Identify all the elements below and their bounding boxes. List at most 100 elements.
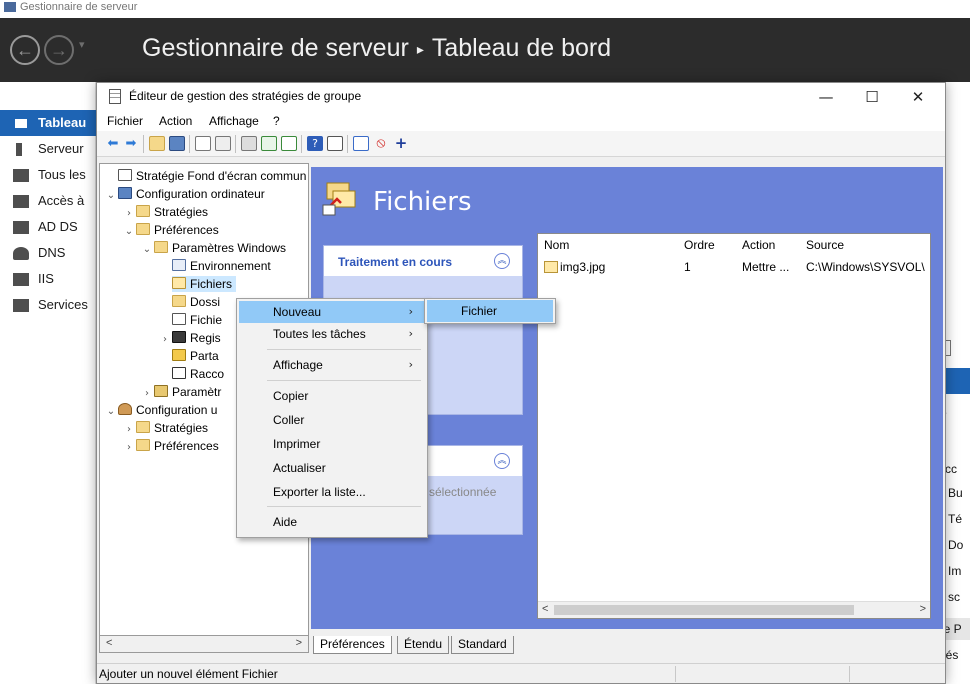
tree-item-user-config[interactable]: ⌄ Configuration u <box>104 402 217 418</box>
help-icon[interactable]: ? <box>307 136 323 151</box>
submenu-arrow-icon: › <box>408 358 413 371</box>
tree-item-user-preferences[interactable]: › Préférences <box>122 438 219 454</box>
tree-item-control-panel-settings[interactable]: › Paramètr <box>140 384 221 400</box>
scroll-thumb[interactable] <box>554 605 854 615</box>
forward-arrow-icon[interactable]: → <box>44 35 74 65</box>
dns-icon <box>13 247 29 260</box>
column-header-order[interactable]: Ordre <box>684 238 715 252</box>
sidebar-item-tableau[interactable]: Tableau <box>0 110 96 136</box>
server-manager-titlebar: Gestionnaire de serveur <box>0 0 970 18</box>
menu-fichier[interactable]: Fichier <box>107 114 143 128</box>
collapse-chevron-icon[interactable]: ⌄ <box>140 242 154 258</box>
cell-order: 1 <box>684 260 691 274</box>
scroll-right-icon[interactable]: > <box>296 637 302 649</box>
column-header-source[interactable]: Source <box>806 238 844 252</box>
tree-item-files[interactable]: Fichiers <box>172 276 237 292</box>
menu-item-coller[interactable]: Coller <box>239 409 425 431</box>
menu-affichage[interactable]: Affichage <box>209 114 259 128</box>
list-horizontal-scrollbar[interactable]: < > <box>538 601 930 618</box>
tree-item-computer-preferences[interactable]: ⌄ Préférences <box>122 222 219 238</box>
back-arrow-icon[interactable]: ← <box>10 35 40 65</box>
tab-extended[interactable]: Étendu <box>397 636 450 654</box>
column-header-action[interactable]: Action <box>742 238 775 252</box>
collapse-chevron-icon[interactable]: ⌄ <box>104 404 118 420</box>
tree-item-windows-settings[interactable]: ⌄ Paramètres Windows <box>140 240 286 256</box>
refresh-icon[interactable] <box>261 136 277 151</box>
paste-icon[interactable] <box>215 136 231 151</box>
environment-icon <box>172 259 186 271</box>
expand-chevron-icon[interactable]: › <box>140 386 154 402</box>
expand-chevron-icon[interactable]: › <box>122 440 136 456</box>
collapse-panel-icon[interactable]: ︽ <box>494 453 510 469</box>
sidebar-item-dns[interactable]: DNS <box>0 240 96 266</box>
tree-item-ini-files[interactable]: Fichie <box>172 312 222 328</box>
menu-item-imprimer[interactable]: Imprimer <box>239 433 425 455</box>
policy-document-icon <box>118 169 132 181</box>
maximize-button[interactable]: ☐ <box>849 83 895 111</box>
sidebar-item-tous-les[interactable]: Tous les <box>0 162 96 188</box>
tree-item-shortcuts[interactable]: Racco <box>172 366 224 382</box>
menu-action[interactable]: Action <box>159 114 192 128</box>
processing-panel-title: Traitement en cours <box>338 255 453 269</box>
show-action-pane-icon[interactable] <box>327 136 343 151</box>
collapse-chevron-icon[interactable]: ⌄ <box>104 188 118 204</box>
show-hide-tree-icon[interactable] <box>169 136 185 151</box>
tree-item-network-shares[interactable]: Parta <box>172 348 219 364</box>
sidebar-item-services[interactable]: Services <box>0 292 96 318</box>
tree-item-environment[interactable]: Environnement <box>172 258 271 274</box>
expand-chevron-icon[interactable]: › <box>122 422 136 438</box>
submenu-item-fichier[interactable]: Fichier <box>427 300 553 322</box>
folder-icon <box>136 421 150 433</box>
collapse-panel-icon[interactable]: ︽ <box>494 253 510 269</box>
computer-icon <box>118 187 132 199</box>
menu-item-nouveau[interactable]: Nouveau › <box>239 301 425 323</box>
expand-chevron-icon[interactable]: › <box>122 206 136 222</box>
tree-item-computer-config[interactable]: ⌄ Configuration ordinateur <box>104 186 265 202</box>
column-header-name[interactable]: Nom <box>544 238 569 252</box>
gpo-titlebar[interactable]: Éditeur de gestion des stratégies de gro… <box>97 83 945 111</box>
properties-icon[interactable] <box>353 136 369 151</box>
dashboard-icon <box>13 117 29 130</box>
copy-icon[interactable] <box>195 136 211 151</box>
tree-item-folders[interactable]: Dossi <box>172 294 220 310</box>
minimize-button[interactable]: — <box>803 83 849 111</box>
history-dropdown-icon[interactable]: ▾ <box>79 38 85 51</box>
tree-item-computer-policies[interactable]: › Stratégies <box>122 204 208 220</box>
tree-item-registry[interactable]: › Regis <box>158 330 221 346</box>
sidebar-item-ad-ds[interactable]: AD DS <box>0 214 96 240</box>
forward-icon[interactable]: ➡ <box>123 136 139 151</box>
menu-item-copier[interactable]: Copier <box>239 385 425 407</box>
processing-panel-header[interactable]: Traitement en cours ︽ <box>324 246 522 276</box>
scroll-left-icon[interactable]: < <box>542 603 548 615</box>
tree-item-policy[interactable]: Stratégie Fond d'écran commun <box>104 168 306 184</box>
scroll-right-icon[interactable]: > <box>920 603 926 615</box>
disable-icon[interactable]: ⦸ <box>373 136 389 151</box>
scroll-left-icon[interactable]: < <box>106 637 112 649</box>
server-manager-header: ← → ▾ Gestionnaire de serveur ▸ Tableau de… <box>0 18 970 82</box>
sidebar-item-iis[interactable]: IIS <box>0 266 96 292</box>
sidebar-item-acces[interactable]: Accès à <box>0 188 96 214</box>
tab-standard[interactable]: Standard <box>451 636 514 654</box>
up-folder-icon[interactable] <box>149 136 165 151</box>
expand-chevron-icon[interactable]: › <box>158 332 172 348</box>
folders-icon <box>172 295 186 307</box>
close-button[interactable]: ✕ <box>895 83 941 111</box>
sidebar-item-serveur[interactable]: Serveur <box>0 136 96 162</box>
export-list-icon[interactable] <box>281 136 297 151</box>
menu-item-aide[interactable]: Aide <box>239 511 425 533</box>
tree-horizontal-scrollbar[interactable]: < > <box>99 636 309 653</box>
tree-item-user-policies[interactable]: › Stratégies <box>122 420 208 436</box>
menu-item-toutes-les-taches[interactable]: Toutes les tâches › <box>239 323 425 345</box>
server-manager-sidebar: Tableau Serveur Tous les Accès à AD DS D… <box>0 82 96 684</box>
menu-item-affichage[interactable]: Affichage › <box>239 354 425 376</box>
folder-icon <box>136 205 150 217</box>
menu-item-exporter[interactable]: Exporter la liste... <box>239 481 425 503</box>
menu-item-actualiser[interactable]: Actualiser <box>239 457 425 479</box>
tab-preferences[interactable]: Préférences <box>313 636 392 654</box>
collapse-chevron-icon[interactable]: ⌄ <box>122 224 136 240</box>
description-panel-text: e sélectionnée <box>419 485 497 499</box>
back-icon[interactable]: ⬅ <box>105 136 121 151</box>
print-icon[interactable] <box>241 136 257 151</box>
menu-help[interactable]: ? <box>273 114 280 128</box>
add-icon[interactable]: + <box>393 136 409 151</box>
